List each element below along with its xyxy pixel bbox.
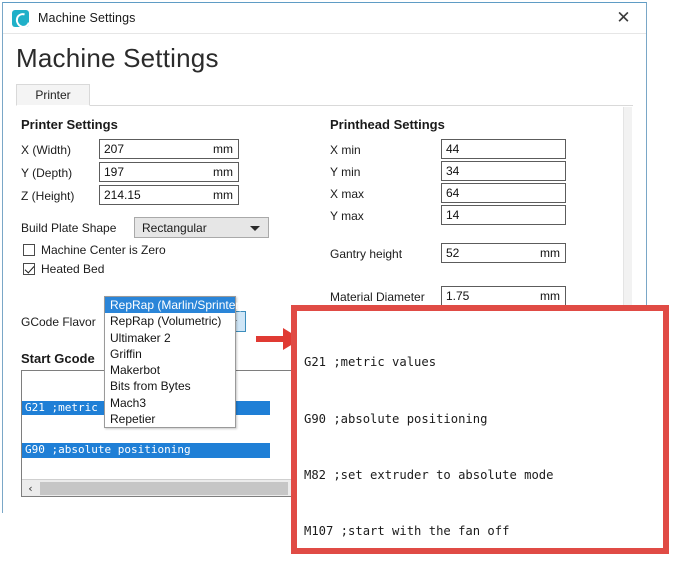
field-gantry-height-unit: mm	[540, 246, 560, 260]
field-material-diameter-unit: mm	[540, 289, 560, 303]
dropdown-option-ultimaker-2[interactable]: Ultimaker 2	[105, 330, 235, 346]
field-x-max[interactable]: 64	[441, 183, 566, 203]
field-material-diameter[interactable]: 1.75 mm	[441, 286, 566, 306]
field-x-width[interactable]: 207 mm	[99, 139, 239, 159]
close-icon[interactable]: ✕	[601, 3, 646, 33]
field-gantry-height-value: 52	[446, 246, 460, 260]
printer-settings-heading: Printer Settings	[21, 117, 118, 132]
field-gantry-height[interactable]: 52 mm	[441, 243, 566, 263]
tab-strip: Printer	[16, 84, 633, 106]
field-y-depth[interactable]: 197 mm	[99, 162, 239, 182]
checkbox-heated-bed-label: Heated Bed	[41, 262, 105, 276]
field-material-diameter-value: 1.75	[446, 289, 470, 303]
dropdown-option-repetier[interactable]: Repetier	[105, 411, 235, 427]
gcode-callout-content: G21 ;metric values G90 ;absolute positio…	[297, 311, 663, 566]
field-x-width-unit: mm	[213, 142, 233, 156]
checkbox-machine-center-is-zero-label: Machine Center is Zero	[41, 243, 166, 257]
field-y-min-value: 34	[446, 164, 460, 178]
checkbox-heated-bed[interactable]: Heated Bed	[23, 262, 104, 276]
label-material-diameter: Material Diameter	[330, 290, 425, 304]
gcode-callout-box: G21 ;metric values G90 ;absolute positio…	[291, 305, 669, 554]
field-x-min[interactable]: 44	[441, 139, 566, 159]
label-x-max: X max	[330, 187, 365, 201]
label-y-min: Y min	[330, 165, 361, 179]
tab-printer[interactable]: Printer	[16, 84, 90, 106]
field-y-max[interactable]: 14	[441, 205, 566, 225]
label-gantry-height: Gantry height	[330, 247, 403, 261]
field-y-max-value: 14	[446, 208, 460, 222]
dropdown-option-makerbot[interactable]: Makerbot	[105, 362, 235, 378]
start-gcode-heading: Start Gcode	[21, 351, 95, 366]
label-build-plate-shape: Build Plate Shape	[21, 221, 117, 235]
field-x-max-value: 64	[446, 186, 460, 200]
printhead-settings-heading: Printhead Settings	[330, 117, 445, 132]
dropdown-option-griffin[interactable]: Griffin	[105, 346, 235, 362]
field-z-height[interactable]: 214.15 mm	[99, 185, 239, 205]
label-x-min: X min	[330, 143, 361, 157]
dropdown-option-reprap-volumetric[interactable]: RepRap (Volumetric)	[105, 313, 235, 329]
scrollbar-thumb[interactable]	[40, 481, 288, 495]
label-z-height: Z (Height)	[21, 189, 75, 203]
gcode-line: G90 ;absolute positioning	[22, 443, 271, 458]
checkbox-box-unchecked	[23, 244, 35, 256]
gcode-flavor-dropdown-list[interactable]: RepRap (Marlin/Sprinter) RepRap (Volumet…	[104, 296, 243, 429]
tab-printer-label: Printer	[35, 88, 71, 102]
label-x-width: X (Width)	[21, 143, 72, 157]
field-y-depth-value: 197	[104, 165, 125, 179]
label-gcode-flavor: GCode Flavor	[21, 315, 96, 329]
callout-gcode-line: G21 ;metric values	[304, 355, 437, 370]
page-title: Machine Settings	[16, 43, 219, 73]
checkbox-machine-center-is-zero[interactable]: Machine Center is Zero	[23, 243, 166, 257]
dropdown-option-bits-from-bytes[interactable]: Bits from Bytes	[105, 378, 235, 394]
cura-app-icon	[12, 9, 29, 27]
screenshot-root: Machine Settings ✕ Machine Settings Prin…	[0, 0, 675, 566]
field-x-width-value: 207	[104, 142, 125, 156]
checkbox-box-checked	[23, 263, 35, 275]
field-y-depth-unit: mm	[213, 165, 233, 179]
dropdown-option-mach3[interactable]: Mach3	[105, 395, 235, 411]
field-y-min[interactable]: 34	[441, 161, 566, 181]
build-plate-shape-select[interactable]: Rectangular	[134, 217, 269, 238]
callout-gcode-line: M107 ;start with the fan off	[304, 523, 510, 538]
start-gcode-horizontal-scrollbar[interactable]: ‹ ›	[22, 479, 306, 496]
field-z-height-unit: mm	[213, 188, 233, 202]
label-y-max: Y max	[330, 209, 364, 223]
callout-gcode-line: G90 ;absolute positioning	[304, 411, 488, 426]
chevron-down-icon	[250, 226, 260, 231]
scroll-left-icon[interactable]: ‹	[22, 480, 39, 497]
callout-gcode-line: M82 ;set extruder to absolute mode	[304, 467, 554, 482]
window-titlebar: Machine Settings ✕	[3, 3, 646, 34]
window-title: Machine Settings	[38, 11, 136, 25]
field-x-min-value: 44	[446, 142, 460, 156]
dropdown-option-reprap-marlin-sprinter[interactable]: RepRap (Marlin/Sprinter)	[105, 297, 243, 314]
build-plate-shape-value: Rectangular	[142, 220, 207, 235]
label-y-depth: Y (Depth)	[21, 166, 73, 180]
field-z-height-value: 214.15	[104, 188, 141, 202]
